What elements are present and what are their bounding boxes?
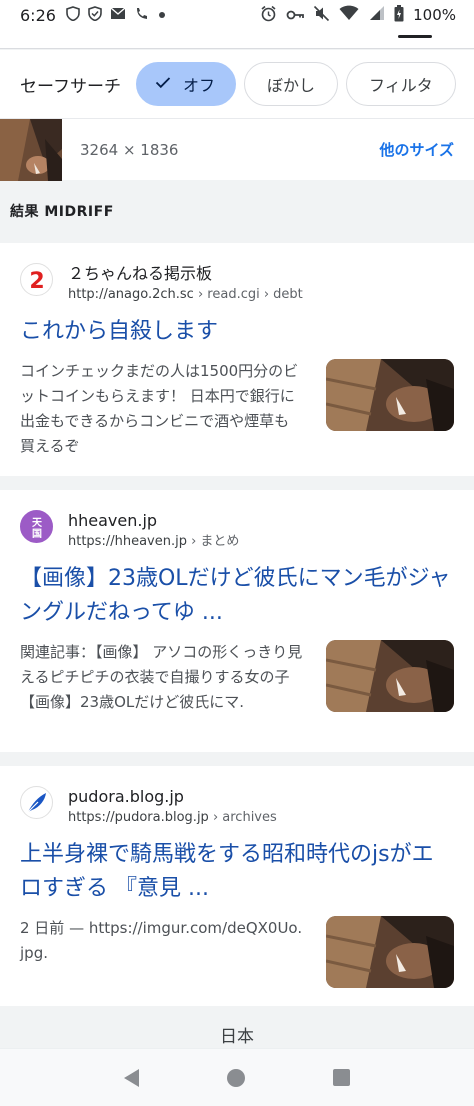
result-card[interactable]: pudora.blog.jp https://pudora.blog.jp › … [0,766,474,1006]
result-snippet: 関連記事：【画像】 アソコの形くっきり見えるピチピチの衣装で自撮りする女の子 【… [20,643,303,711]
result-snippet: コインチェックまだの人は1500円分のビットコインもらえます！ 日本円で銀行に出… [20,362,299,455]
result-title-link[interactable]: 【画像】23歳OLだけど彼氏にマン毛がジャングルだねってゆ ... [20,562,454,630]
result-snippet: 2 日前 — https://imgur.com/deQX0Uo.jpg. [20,919,303,962]
site-name: ２ちゃんねる掲示板 [68,264,213,283]
key-icon [286,6,305,25]
mute-icon [313,5,330,26]
main-image-thumbnail[interactable] [0,118,62,181]
system-navigation-bar [0,1048,474,1106]
shield-check-icon [88,5,102,25]
shield-icon [66,5,80,25]
chip-label: ぼかし [267,76,316,95]
mail-icon [110,6,126,24]
signal-icon [368,5,385,25]
tab-indicator [398,35,432,38]
tengoku-logo-icon: 天国 [20,510,53,543]
chip-label: オフ [182,76,215,95]
result-source[interactable]: pudora.blog.jp https://pudora.blog.jp › … [20,766,454,828]
svg-text:国: 国 [32,528,42,540]
site-name: pudora.blog.jp [68,787,184,806]
result-title-link[interactable]: 上半身裸で騎馬戦をする昭和時代のjsがエロすぎる 『意見 ... [20,838,454,906]
result-title-link[interactable]: これから自殺します [20,315,454,349]
battery-icon [394,4,404,26]
result-thumbnail[interactable] [326,916,454,988]
result-thumbnail[interactable] [326,359,454,431]
result-card[interactable]: 2 ２ちゃんねる掲示板 http://anago.2ch.sc › read.c… [0,243,474,476]
image-dimensions: 3264 × 1836 [80,140,179,159]
battery-percent: 100% [413,6,456,24]
status-time: 6:26 [20,5,56,25]
result-thumbnail[interactable] [326,640,454,712]
result-source[interactable]: 天国 hheaven.jp https://hheaven.jp › まとめ [20,490,454,552]
safesearch-chip-filter[interactable]: フィルタ [346,62,456,106]
home-icon[interactable] [227,1068,245,1087]
safesearch-label: セーフサーチ [20,76,121,97]
safesearch-row: セーフサーチ オフ ぼかし フィルタ [0,50,474,118]
safesearch-chip-off[interactable]: オフ [135,62,236,106]
result-card[interactable]: 天国 hheaven.jp https://hheaven.jp › まとめ 【… [0,490,474,752]
chip-label: フィルタ [369,76,433,95]
site-url: http://anago.2ch.sc › read.cgi › debt [68,287,303,302]
feather-logo-icon [20,786,53,819]
top-tab-strip [0,30,474,49]
2ch-logo-icon: 2 [20,263,53,296]
svg-text:天: 天 [32,517,43,529]
back-icon[interactable] [124,1068,139,1087]
results-header: 結果 MIDRIFF [0,186,474,238]
recent-apps-icon[interactable] [333,1069,350,1086]
other-sizes-link[interactable]: 他のサイズ [379,139,454,160]
wifi-call-icon [134,6,150,25]
site-url: https://pudora.blog.jp › archives [68,810,277,825]
status-bar: 6:26 100% [0,0,474,30]
wifi-icon [339,5,359,25]
image-info-row: 3264 × 1836 他のサイズ [0,118,474,181]
site-name: hheaven.jp [68,511,158,530]
status-right: 100% [260,4,456,26]
site-url: https://hheaven.jp › まとめ [68,534,240,549]
dot-icon [158,8,166,23]
svg-text:2: 2 [29,269,44,294]
alarm-icon [260,5,277,26]
result-source[interactable]: 2 ２ちゃんねる掲示板 http://anago.2ch.sc › read.c… [20,243,454,305]
safesearch-chip-blur[interactable]: ぼかし [244,62,339,106]
check-icon [155,74,171,94]
footer-language: 日本 [220,1027,254,1047]
